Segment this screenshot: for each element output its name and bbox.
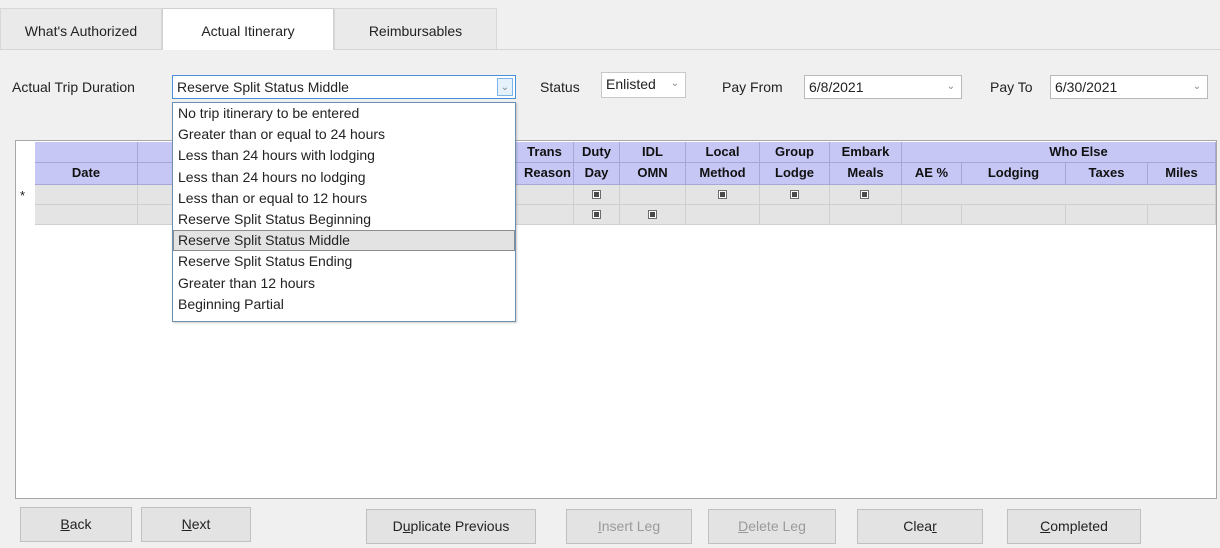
table-cell[interactable] (35, 205, 138, 225)
dropdown-option[interactable]: Beginning Partial (173, 294, 515, 315)
table-cell[interactable] (620, 185, 686, 205)
header-omn: OMN (620, 163, 686, 185)
checkbox-checked-icon[interactable] (790, 190, 799, 199)
header-date: Date (35, 163, 138, 185)
tab-actual-itinerary[interactable]: Actual Itinerary (162, 8, 334, 50)
back-button[interactable]: Back (20, 507, 132, 542)
chevron-down-icon[interactable]: ⌄ (497, 78, 513, 96)
new-row-marker: * (20, 188, 26, 203)
header-method: Method (686, 163, 760, 185)
next-button[interactable]: Next (141, 507, 251, 542)
status-value: Enlisted (606, 76, 656, 92)
header-ae-pct: AE % (902, 163, 962, 185)
back-label-post: ack (69, 516, 92, 532)
header-reason: Reason (516, 163, 574, 185)
table-cell[interactable] (686, 185, 760, 205)
header-who-else: Who Else (902, 142, 1216, 163)
header-meals: Meals (830, 163, 902, 185)
duration-dropdown-list[interactable]: No trip itinerary to be entered Greater … (172, 102, 516, 322)
back-label-key: B (60, 516, 70, 532)
status-label: Status (540, 79, 580, 95)
pay-from-label: Pay From (722, 79, 783, 95)
chevron-down-icon[interactable]: ⌄ (667, 75, 683, 93)
chevron-down-icon[interactable]: ⌄ (943, 78, 959, 96)
duration-value: Reserve Split Status Middle (177, 79, 349, 95)
delete-label-key: D (738, 518, 749, 534)
header-miles: Miles (1148, 163, 1216, 185)
header-taxes: Taxes (1066, 163, 1148, 185)
delete-label-post: elete Leg (748, 518, 806, 534)
duration-combo[interactable]: Reserve Split Status Middle ⌄ (172, 75, 516, 99)
clear-button[interactable]: Clear (857, 509, 983, 544)
dropdown-option[interactable]: Less than or equal to 12 hours (173, 188, 515, 209)
table-cell[interactable] (760, 185, 830, 205)
pay-to-label: Pay To (990, 79, 1033, 95)
duplicate-label-key: u (402, 518, 411, 534)
duration-label: Actual Trip Duration (12, 79, 135, 95)
insert-leg-button[interactable]: Insert Leg (566, 509, 692, 544)
header-local: Local (686, 142, 760, 163)
table-cell[interactable] (902, 185, 1216, 205)
header-idl: IDL (620, 142, 686, 163)
dropdown-option[interactable]: Less than 24 hours with lodging (173, 145, 515, 166)
checkbox-checked-icon[interactable] (718, 190, 727, 199)
table-cell[interactable] (902, 205, 962, 225)
pay-to-combo[interactable]: 6/30/2021 ⌄ (1050, 75, 1208, 99)
pay-to-value: 6/30/2021 (1055, 79, 1118, 95)
table-cell[interactable] (760, 205, 830, 225)
table-cell[interactable] (35, 185, 138, 205)
table-cell[interactable] (962, 205, 1066, 225)
header-group: Group (760, 142, 830, 163)
checkbox-checked-icon[interactable] (592, 190, 601, 199)
completed-label-key: C (1040, 518, 1051, 534)
checkbox-checked-icon[interactable] (648, 210, 657, 219)
table-cell[interactable] (1148, 205, 1216, 225)
dropdown-option[interactable]: Greater than or equal to 24 hours (173, 124, 515, 145)
dropdown-option[interactable]: Reserve Split Status Ending (173, 251, 515, 272)
tab-reimbursables[interactable]: Reimbursables (334, 8, 497, 50)
status-combo[interactable]: Enlisted ⌄ (601, 72, 686, 98)
completed-label-post: ompleted (1050, 518, 1108, 534)
dropdown-option[interactable]: Reserve Split Status Beginning (173, 209, 515, 230)
header-day: Day (574, 163, 620, 185)
dropdown-option[interactable]: No trip itinerary to be entered (173, 103, 515, 124)
header-empty (35, 142, 138, 163)
delete-leg-button[interactable]: Delete Leg (708, 509, 836, 544)
table-cell[interactable] (574, 205, 620, 225)
checkbox-checked-icon[interactable] (860, 190, 869, 199)
table-cell[interactable] (574, 185, 620, 205)
pay-from-combo[interactable]: 6/8/2021 ⌄ (804, 75, 962, 99)
header-lodge: Lodge (760, 163, 830, 185)
tab-whats-authorized[interactable]: What's Authorized (0, 8, 162, 50)
header-duty: Duty (574, 142, 620, 163)
next-label-key: N (181, 516, 192, 532)
insert-label-post: nsert Leg (601, 518, 661, 534)
dropdown-option-selected[interactable]: Reserve Split Status Middle (173, 230, 515, 252)
header-trans: Trans (516, 142, 574, 163)
table-cell[interactable] (686, 205, 760, 225)
table-cell[interactable] (830, 185, 902, 205)
chevron-down-icon[interactable]: ⌄ (1189, 78, 1205, 96)
checkbox-checked-icon[interactable] (592, 210, 601, 219)
duplicate-label-post: plicate Previous (410, 518, 510, 534)
table-cell[interactable] (620, 205, 686, 225)
table-cell[interactable] (830, 205, 902, 225)
clear-label-key: r (932, 518, 937, 534)
table-cell[interactable] (1066, 205, 1148, 225)
header-embark: Embark (830, 142, 902, 163)
duplicate-previous-button[interactable]: Duplicate Previous (366, 509, 536, 544)
dropdown-option[interactable]: Less than 24 hours no lodging (173, 167, 515, 188)
duplicate-label-pre: D (392, 518, 403, 534)
clear-label-pre: Clea (903, 518, 933, 534)
header-lodging: Lodging (962, 163, 1066, 185)
next-label-post: ext (191, 516, 211, 532)
dropdown-option[interactable]: Greater than 12 hours (173, 273, 515, 294)
completed-button[interactable]: Completed (1007, 509, 1141, 544)
pay-from-value: 6/8/2021 (809, 79, 864, 95)
